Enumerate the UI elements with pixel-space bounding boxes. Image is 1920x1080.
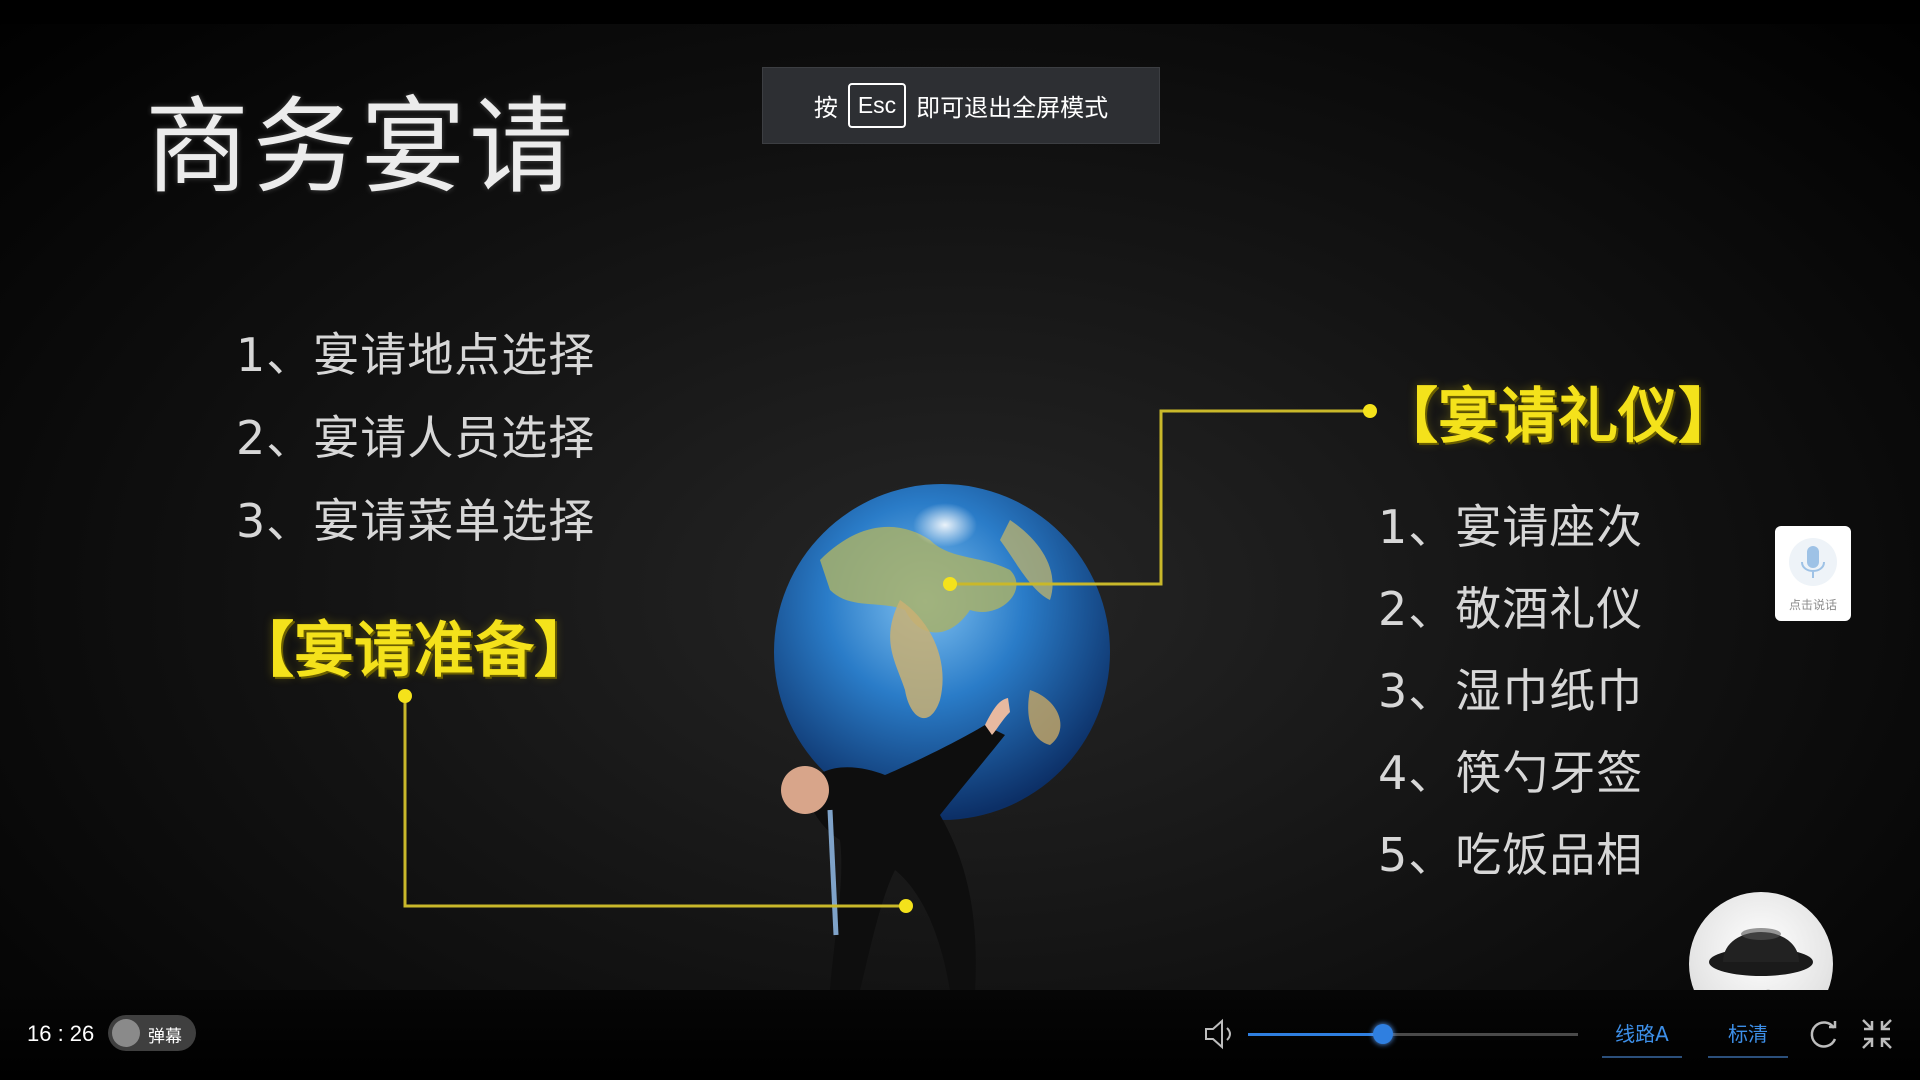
etiquette-heading: 【宴请礼仪】 (1378, 382, 1738, 452)
list-item: 1、宴请座次 (1378, 500, 1644, 554)
prep-list: 1、宴请地点选择 2、宴请人员选择 3、宴请菜单选择 (236, 325, 595, 574)
toggle-knob (112, 1019, 140, 1047)
danmu-label: 弹幕 (148, 1027, 182, 1047)
list-item: 2、宴请人员选择 (236, 411, 596, 465)
volume-icon[interactable] (1203, 1018, 1237, 1050)
list-item: 4、筷勺牙签 (1378, 746, 1644, 800)
video-frame: 商务宴请 按 Esc 即可退出全屏模式 1、宴请地点选择 2、宴请人员选择 3、… (0, 0, 1920, 1080)
list-item: 5、吃饭品相 (1378, 828, 1644, 882)
playback-time: 16 : 26 (27, 1021, 95, 1046)
exit-fullscreen-icon[interactable] (1860, 1017, 1894, 1051)
voice-label: 点击说话 (1788, 598, 1837, 612)
etiquette-connector-dot (943, 577, 957, 591)
list-item: 3、湿巾纸巾 (1378, 664, 1644, 718)
line-select-button[interactable]: 线路A (1602, 1016, 1682, 1058)
etiquette-list: 1、宴请座次 2、敬酒礼仪 3、湿巾纸巾 4、筷勺牙签 5、吃饭品相 (1378, 496, 1643, 906)
quality-button[interactable]: 标清 (1708, 1016, 1788, 1058)
prep-connector-end-dot (899, 899, 913, 913)
refresh-icon[interactable] (1807, 1017, 1841, 1051)
prep-heading: 【宴请准备】 (234, 616, 594, 686)
prep-connector-dot (398, 689, 412, 703)
voice-input-button[interactable]: 点击说话 (1775, 526, 1851, 621)
microphone-icon (1789, 538, 1837, 586)
danmu-toggle[interactable]: 弹幕 (108, 1015, 196, 1051)
volume-slider[interactable] (1248, 1024, 1578, 1044)
etiquette-connector-end-dot (1363, 404, 1377, 418)
list-item: 1、宴请地点选择 (236, 328, 596, 382)
volume-fill (1248, 1033, 1384, 1036)
list-item: 2、敬酒礼仪 (1378, 582, 1644, 636)
list-item: 3、宴请菜单选择 (236, 494, 596, 548)
